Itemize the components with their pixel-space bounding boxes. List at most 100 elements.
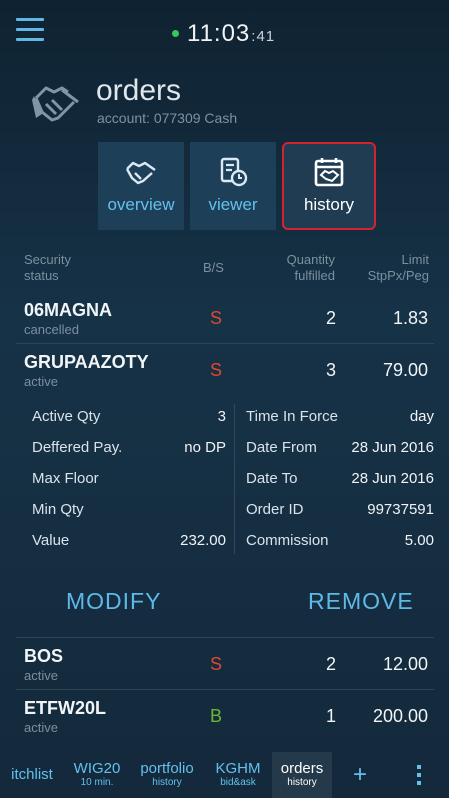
page-title: orders xyxy=(96,74,182,107)
details-left-column: Active Qty 3 Deffered Pay. no DP Max Flo… xyxy=(16,400,234,555)
table-row[interactable]: BOS active S 2 12.00 xyxy=(16,640,434,690)
order-symbol: GRUPAAZOTY xyxy=(24,352,149,372)
detail-date-from: Date From 28 Jun 2016 xyxy=(242,431,434,462)
orders-table-header: Security status B/S Quantity fulfilled L… xyxy=(0,252,449,292)
detail-date-to: Date To 28 Jun 2016 xyxy=(242,462,434,493)
tab-portfolio-history[interactable]: portfolio history xyxy=(130,752,204,798)
detail-commission: Commission 5.00 xyxy=(242,524,434,555)
column-quantity: Quantity xyxy=(286,252,335,267)
detail-label: Deffered Pay. xyxy=(32,439,123,456)
top-bar: 11:03 :41 xyxy=(0,0,449,62)
tab-subtitle: history xyxy=(287,777,317,788)
order-symbol: 06MAGNA xyxy=(24,300,113,320)
detail-value: no DP xyxy=(184,439,226,456)
tab-title: portfolio xyxy=(140,760,194,777)
detail-label: Order ID xyxy=(246,501,304,518)
column-stppx: StpPx/Peg xyxy=(367,268,429,283)
tab-wig20[interactable]: WIG20 10 min. xyxy=(64,752,130,798)
column-security: Security xyxy=(24,252,71,267)
modify-button[interactable]: MODIFY xyxy=(66,588,161,615)
more-menu-button[interactable] xyxy=(388,752,449,798)
detail-label: Commission xyxy=(246,532,329,549)
tab-label: history xyxy=(303,195,355,214)
detail-label: Date From xyxy=(246,439,317,456)
detail-value-row: Value 232.00 xyxy=(16,524,234,555)
order-quantity: 2 xyxy=(325,308,336,328)
remove-button[interactable]: REMOVE xyxy=(308,588,414,615)
detail-label: Date To xyxy=(246,470,298,487)
clock-seconds: :41 xyxy=(251,28,276,45)
handshake-icon xyxy=(32,86,79,122)
detail-active-qty: Active Qty 3 xyxy=(16,400,234,431)
page-header: orders account: 077309 Cash xyxy=(0,72,449,132)
tab-subtitle: bid&ask xyxy=(220,777,256,788)
table-row[interactable]: GRUPAAZOTY active S 3 79.00 xyxy=(16,346,434,396)
tab-watchlist[interactable]: itchlist xyxy=(0,752,64,798)
order-quantity: 1 xyxy=(325,706,336,726)
tab-viewer[interactable]: viewer xyxy=(190,142,276,230)
tab-label: viewer xyxy=(208,195,258,214)
document-clock-icon xyxy=(220,157,248,187)
column-bs: B/S xyxy=(203,260,224,275)
table-row[interactable]: ETFW20L active B 1 200.00 xyxy=(16,692,434,742)
kebab-dot xyxy=(416,781,421,785)
order-limit: 79.00 xyxy=(382,360,428,380)
detail-min-qty: Min Qty xyxy=(16,493,234,524)
detail-value: 5.00 xyxy=(404,532,434,549)
order-symbol: ETFW20L xyxy=(24,698,107,718)
detail-label: Max Floor xyxy=(32,470,99,487)
order-status: active xyxy=(24,720,58,735)
detail-label: Min Qty xyxy=(32,501,84,518)
detail-value: 232.00 xyxy=(180,532,226,549)
order-details: Active Qty 3 Deffered Pay. no DP Max Flo… xyxy=(16,400,434,560)
detail-label: Active Qty xyxy=(32,408,101,425)
bottom-tab-bar: itchlist WIG20 10 min. portfolio history… xyxy=(0,752,449,798)
detail-value: 28 Jun 2016 xyxy=(351,470,434,487)
details-divider xyxy=(234,404,235,554)
detail-value: 3 xyxy=(217,408,226,425)
tab-overview[interactable]: overview xyxy=(98,142,184,230)
clock: 11:03 :41 xyxy=(172,20,275,48)
details-right-column: Time In Force day Date From 28 Jun 2016 … xyxy=(242,400,434,555)
tab-subtitle: history xyxy=(152,777,182,788)
order-actions: MODIFY REMOVE xyxy=(16,572,434,638)
detail-max-floor: Max Floor xyxy=(16,462,234,493)
order-limit: 1.83 xyxy=(392,308,428,328)
detail-order-id: Order ID 99737591 xyxy=(242,493,434,524)
view-switcher: overview viewer history xyxy=(98,142,376,230)
detail-value: day xyxy=(409,408,434,425)
detail-deferred-pay: Deffered Pay. no DP xyxy=(16,431,234,462)
detail-label: Value xyxy=(32,532,70,549)
order-side: S xyxy=(210,654,223,674)
order-limit: 200.00 xyxy=(372,706,428,726)
kebab-dot xyxy=(416,773,421,777)
connection-status-dot xyxy=(172,30,179,37)
order-limit: 12.00 xyxy=(382,654,428,674)
account-label: account: 077309 Cash xyxy=(97,110,238,126)
order-side: S xyxy=(210,360,223,380)
add-tab-button[interactable]: + xyxy=(332,752,388,798)
order-quantity: 2 xyxy=(325,654,336,674)
clock-time: 11:03 xyxy=(187,20,251,47)
calendar-handshake-icon xyxy=(314,158,344,187)
tab-title: KGHM xyxy=(215,760,261,777)
tab-orders-history[interactable]: orders history xyxy=(272,752,332,798)
order-status: cancelled xyxy=(24,322,79,337)
plus-icon: + xyxy=(352,761,367,788)
tab-title: itchlist xyxy=(11,766,53,783)
menu-icon[interactable] xyxy=(16,18,44,42)
order-status: active xyxy=(24,374,58,389)
tab-label: overview xyxy=(107,195,175,214)
table-row[interactable]: 06MAGNA cancelled S 2 1.83 xyxy=(16,294,434,344)
tab-kghm[interactable]: KGHM bid&ask xyxy=(204,752,272,798)
detail-label: Time In Force xyxy=(246,408,338,425)
column-status: status xyxy=(24,268,59,283)
kebab-dot xyxy=(416,765,421,769)
tab-history[interactable]: history xyxy=(282,142,376,230)
order-side: B xyxy=(210,706,223,726)
tab-subtitle: 10 min. xyxy=(80,777,114,788)
column-fulfilled: fulfilled xyxy=(294,268,335,283)
detail-time-in-force: Time In Force day xyxy=(242,400,434,431)
handshake-icon xyxy=(125,161,156,185)
tab-title: orders xyxy=(280,760,324,777)
